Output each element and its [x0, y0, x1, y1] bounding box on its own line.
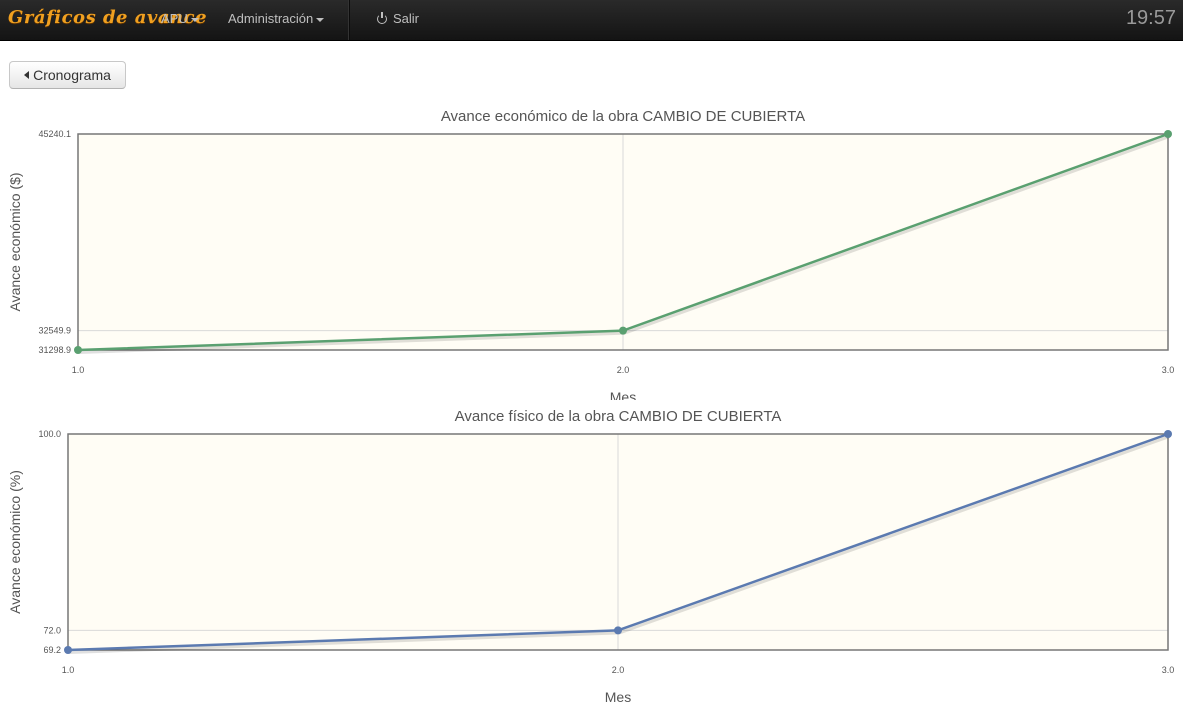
- menu-apu[interactable]: APU: [161, 11, 199, 26]
- x-axis-label: Mes: [610, 389, 636, 400]
- cronograma-button[interactable]: Cronograma: [9, 61, 126, 89]
- nav-divider: [348, 0, 350, 40]
- y-tick-label: 31298.9: [38, 345, 71, 355]
- y-axis-label: Avance económico (%): [7, 470, 23, 614]
- power-icon: [377, 12, 387, 24]
- x-tick-label: 3.0: [1162, 665, 1175, 675]
- data-point: [64, 646, 72, 654]
- y-tick-label: 72.0: [43, 625, 61, 635]
- logout-link[interactable]: Salir: [377, 11, 419, 26]
- menu-apu-label: APU: [161, 11, 188, 26]
- y-tick-label: 69.2: [43, 645, 61, 655]
- chart-title: Avance económico de la obra CAMBIO DE CU…: [441, 108, 805, 125]
- economic-progress-chart: Avance económico de la obra CAMBIO DE CU…: [7, 108, 1175, 400]
- x-axis-label: Mes: [605, 689, 631, 703]
- y-tick-label: 100.0: [38, 429, 61, 439]
- chevron-down-icon: [190, 17, 199, 22]
- chart-title: Avance físico de la obra CAMBIO DE CUBIE…: [455, 408, 782, 425]
- menu-administracion-label: Administración: [228, 11, 314, 26]
- x-tick-label: 2.0: [617, 365, 630, 375]
- y-tick-label: 45240.1: [38, 129, 71, 139]
- top-navbar: Gráficos de avance APU Administración Sa…: [0, 0, 1183, 41]
- x-tick-label: 3.0: [1162, 365, 1175, 375]
- data-point: [614, 626, 622, 635]
- data-point: [1164, 430, 1172, 438]
- chevron-down-icon: [316, 17, 325, 22]
- menu-administracion[interactable]: Administración: [228, 11, 325, 26]
- x-tick-label: 1.0: [62, 665, 75, 675]
- logout-label: Salir: [393, 11, 420, 26]
- x-tick-label: 2.0: [612, 665, 625, 675]
- data-point: [619, 326, 627, 335]
- chevron-left-icon: [24, 71, 30, 79]
- data-point: [1164, 130, 1172, 138]
- cronograma-button-label: Cronograma: [33, 67, 111, 83]
- x-tick-label: 1.0: [72, 365, 85, 375]
- data-point: [74, 346, 82, 354]
- y-tick-label: 32549.9: [38, 326, 71, 336]
- physical-progress-chart: Avance físico de la obra CAMBIO DE CUBIE…: [7, 408, 1175, 703]
- y-axis-label: Avance económico ($): [7, 172, 23, 311]
- clock: 19:57: [1125, 7, 1176, 29]
